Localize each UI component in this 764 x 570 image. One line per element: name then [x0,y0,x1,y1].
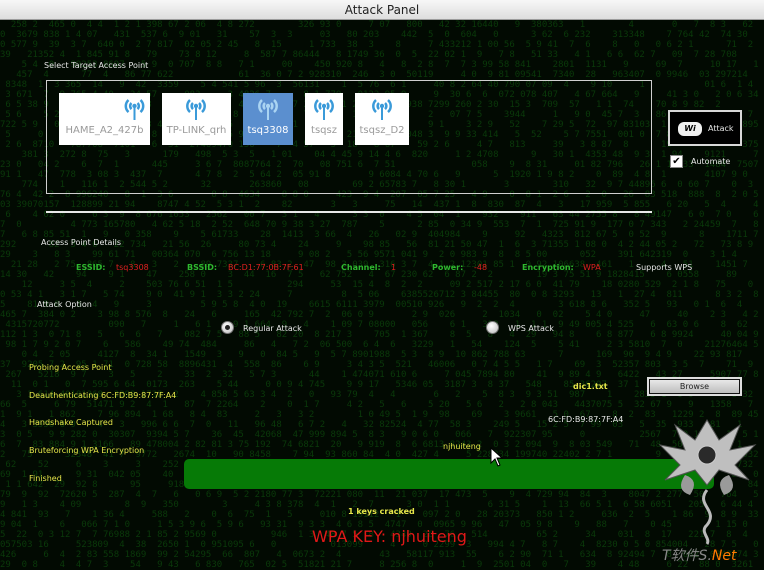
wps-attack-radio[interactable] [486,321,499,334]
supports-wps-label: Supports WPS [636,263,693,272]
regular-attack-radio[interactable] [221,321,234,334]
wordlist-file: dic1.txt [573,382,608,391]
title-bar: Attack Panel [0,0,764,20]
essid-label: ESSID: [76,263,106,272]
encryption-value: WPA [583,263,601,272]
window-title: Attack Panel [344,3,420,17]
watermark-text: T软件S. [662,548,712,564]
client-mac: 6C:FD:B9:87:7F:A4 [548,415,624,424]
access-point-name: TP-LINK_qrh [166,125,227,136]
wifi-tower-icon [186,99,206,120]
wifi-tower-icon [124,99,145,120]
access-point-item-selected[interactable]: tsq3308 [243,93,293,145]
attack-button[interactable]: Wi Attack [668,110,742,146]
wps-attack-label: WPS Attack [508,324,554,333]
essid-value: tsq3308 [116,263,149,272]
channel-label: Channel: [341,263,381,272]
step-probing: Probing Access Point [29,363,112,372]
wifi-tower-icon [314,99,334,120]
wpa-key-result: WPA KEY: njhuiteng [312,527,467,546]
wifi-tower-icon [372,99,392,120]
access-point-item[interactable]: HAME_A2_427b [59,93,150,145]
attack-button-label: Attack [708,124,734,133]
access-point-name: tsqsz_D2 [359,125,405,136]
details-heading: Access Point Details [41,238,122,247]
wifi-logo-icon: Wi [678,122,702,136]
keys-cracked: 1 keys cracked [348,507,415,516]
automate-checkbox[interactable]: ✔ [670,155,683,168]
step-bruteforce: Bruteforcing WPA Encryption [29,446,145,455]
channel-value: 1 [391,263,397,272]
bssid-value: BC:D1:77:0B:7F:61 [228,263,304,272]
dragon-logo-icon [658,419,757,545]
browse-button[interactable]: Browse [647,377,742,396]
wifi-tower-icon [258,99,278,120]
section-divider [46,211,652,213]
access-point-name: tsq3308 [247,125,289,136]
bssid-label: BSSID: [187,263,218,272]
step-handshake: Handshake Captured [29,418,113,427]
attack-option-heading: Attack Option [37,300,92,309]
mouse-cursor-icon [490,447,504,467]
step-deauth: Deauthenticating 6C:FD:B9:87:7F:A4 [29,391,177,400]
power-value: -48 [474,263,488,272]
regular-attack-label: Regular Attack [243,324,302,333]
access-point-name: HAME_A2_427b [65,125,144,136]
step-finished: Finished [29,474,62,483]
access-point-item[interactable]: tsqsz_D2 [355,93,409,145]
automate-label: Automate [691,157,731,166]
progress-bar [184,459,714,489]
watermark: T软件S.Net [662,545,736,565]
encryption-label: Encryption: [522,263,574,272]
access-point-item[interactable]: TP-LINK_qrh [162,93,231,145]
power-label: Power: [432,263,464,272]
access-point-name: tsqsz [311,125,337,136]
access-point-item[interactable]: tsqsz [305,93,343,145]
select-target-heading: Select Target Access Point [44,61,149,70]
watermark-suffix: Net [711,548,737,564]
current-key: njhuiteng [443,442,481,451]
browse-button-label: Browse [650,380,739,393]
attack-panel-window: Attack Panel 258 2 465 0 4 4 1 2 1 398 6… [0,0,764,570]
